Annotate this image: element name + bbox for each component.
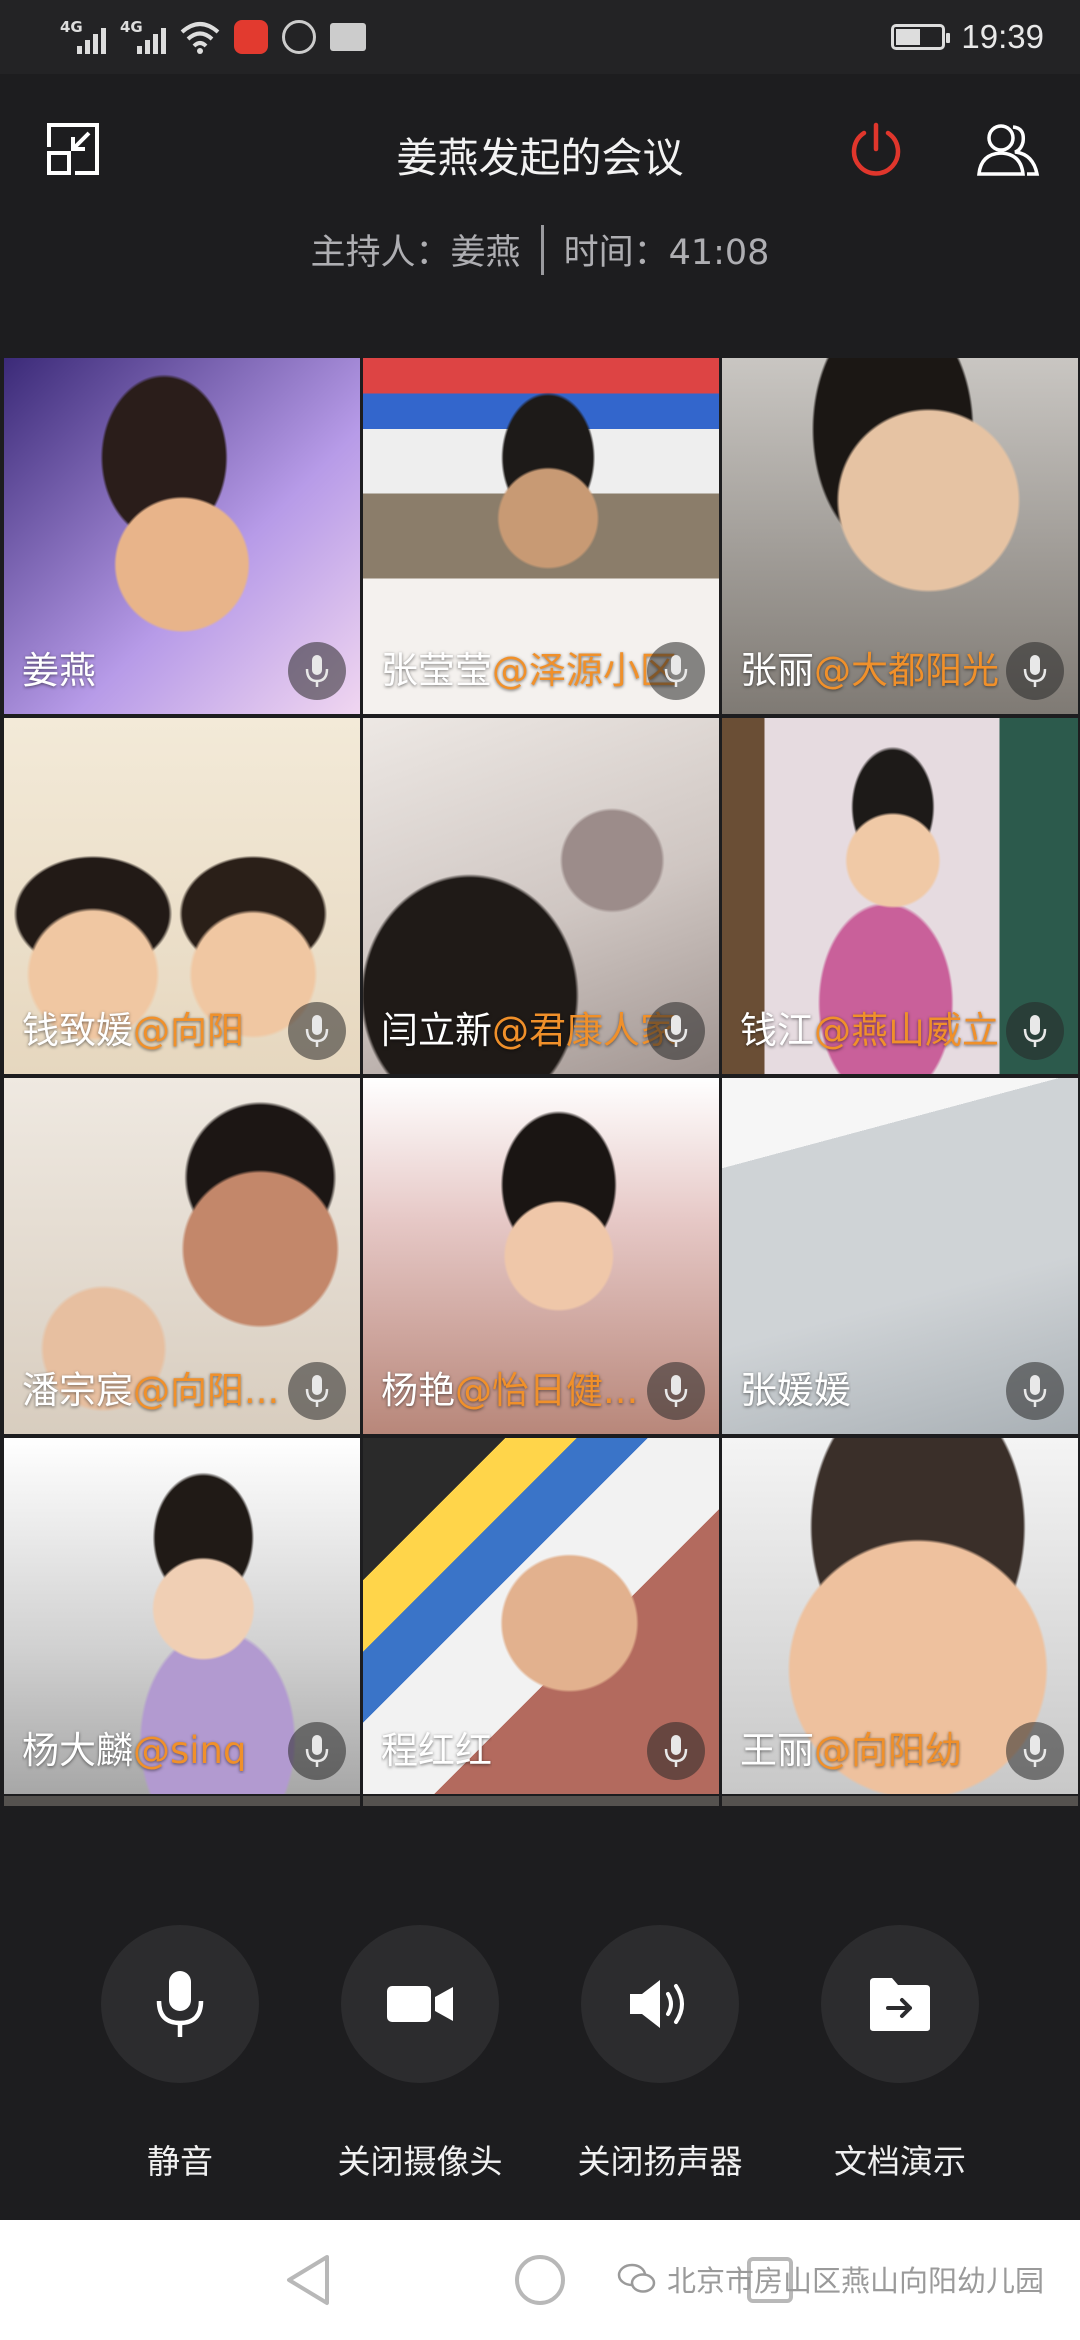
participant-org: @向阳幼: [814, 1729, 962, 1772]
folder-icon: [330, 23, 366, 51]
home-icon[interactable]: [508, 2248, 572, 2312]
participant-label: 钱致媛@向阳: [22, 1000, 244, 1054]
camera-off-button[interactable]: 关闭摄像头: [300, 1925, 540, 2183]
participant-label: 张媛媛: [740, 1360, 851, 1414]
speaker-icon: [630, 1980, 684, 2028]
participant-mic-icon: [288, 642, 346, 700]
system-navigation-bar: 北京市房山区燕山向阳幼儿园: [0, 2220, 1080, 2340]
meeting-header: 姜燕发起的会议 主持人：姜燕 时间：41:08: [0, 74, 1080, 334]
participant-name: 闫立新: [381, 1009, 492, 1052]
participant-video-tile[interactable]: 程红红: [363, 1438, 719, 1794]
elapsed-time: 时间：41:08: [563, 233, 770, 273]
camera-icon: [387, 1986, 453, 2022]
participant-video-tile[interactable]: 王丽@向阳幼: [722, 1438, 1078, 1794]
mute-button[interactable]: 静音: [60, 1925, 300, 2183]
participant-name: 钱致媛: [22, 1009, 133, 1052]
document-share-button[interactable]: 文档演示: [780, 1925, 1020, 2183]
participant-label: 程红红: [381, 1720, 492, 1774]
participant-org: @向阳: [133, 1009, 244, 1052]
signal-icon: 4G: [120, 18, 166, 56]
document-share-icon: [870, 1978, 930, 2031]
participant-name: 王丽: [740, 1729, 814, 1772]
next-row-strip: [4, 1796, 1078, 1806]
wifi-icon: [180, 22, 220, 54]
battery-icon: [891, 24, 951, 50]
document-circle[interactable]: [821, 1925, 979, 2083]
status-icons-right: 19:39: [891, 14, 1044, 60]
participant-mic-icon: [1006, 1722, 1064, 1780]
participant-video-tile[interactable]: 张丽@大都阳光: [722, 358, 1078, 714]
watermark-text: 北京市房山区燕山向阳幼儿园: [666, 2264, 1044, 2298]
participant-video-tile[interactable]: 潘宗宸@向阳...: [4, 1078, 360, 1434]
participant-mic-icon: [288, 1002, 346, 1060]
participant-video-tile[interactable]: 杨艳@怡日健...: [363, 1078, 719, 1434]
participant-org: @大都阳光: [814, 649, 999, 692]
host-info: 主持人：姜燕: [310, 233, 521, 273]
participant-video-tile[interactable]: 钱致媛@向阳: [4, 718, 360, 1074]
participant-mic-icon: [1006, 1362, 1064, 1420]
participant-org: @向阳...: [133, 1369, 280, 1412]
participant-name: 张莹莹: [381, 649, 492, 692]
participant-name: 杨大麟: [22, 1729, 133, 1772]
participant-label: 王丽@向阳幼: [740, 1720, 962, 1774]
speaker-off-button[interactable]: 关闭扬声器: [540, 1925, 780, 2183]
meta-divider: [540, 224, 544, 275]
participant-label: 闫立新@君康人家: [381, 1000, 677, 1054]
participant-label: 潘宗宸@向阳...: [22, 1360, 279, 1414]
participant-label: 张莹莹@泽源小区: [381, 640, 677, 694]
participant-mic-icon: [647, 1362, 705, 1420]
microphone-icon: [156, 1971, 204, 2037]
participant-mic-icon: [288, 1722, 346, 1780]
participant-mic-icon: [647, 1002, 705, 1060]
status-icons-left: 4G 4G: [60, 16, 366, 58]
back-icon[interactable]: [276, 2248, 340, 2312]
participant-name: 姜燕: [22, 649, 96, 692]
meeting-title: 姜燕发起的会议: [396, 134, 684, 182]
participant-video-tile[interactable]: 闫立新@君康人家: [363, 718, 719, 1074]
participants-icon[interactable]: [970, 114, 1046, 186]
participant-name: 潘宗宸: [22, 1369, 133, 1412]
participant-name: 程红红: [381, 1729, 492, 1772]
participant-video-tile[interactable]: 张媛媛: [722, 1078, 1078, 1434]
participant-name: 钱江: [740, 1009, 814, 1052]
meeting-meta: 主持人：姜燕 时间：41:08: [0, 224, 1080, 275]
participant-mic-icon: [647, 1722, 705, 1780]
participant-name: 张媛媛: [740, 1369, 851, 1412]
participant-mic-icon: [647, 642, 705, 700]
participant-video-tile[interactable]: 钱江@燕山威立: [722, 718, 1078, 1074]
status-bar: 4G 4G 19:39: [0, 0, 1080, 74]
wechat-icon: [617, 2263, 656, 2293]
video-grid: 姜燕 张莹莹@泽源小区 张丽@大都阳光钱致媛@向阳 闫立新@君康人家 钱江@燕山威立潘宗…: [4, 358, 1078, 1794]
participant-label: 钱江@燕山威立: [740, 1000, 999, 1054]
participant-label: 杨大麟@sinq: [22, 1720, 247, 1774]
participant-mic-icon: [288, 1362, 346, 1420]
participant-video-tile[interactable]: 姜燕: [4, 358, 360, 714]
participant-mic-icon: [1006, 642, 1064, 700]
participant-mic-icon: [1006, 1002, 1064, 1060]
watermark: 北京市房山区燕山向阳幼儿园: [617, 2258, 1044, 2300]
app-notification-icon: [282, 20, 316, 54]
participant-video-tile[interactable]: 杨大麟@sinq: [4, 1438, 360, 1794]
camera-circle[interactable]: [341, 1925, 499, 2083]
mute-circle[interactable]: [101, 1925, 259, 2083]
participant-org: @sinq: [133, 1729, 247, 1772]
participant-org: @燕山威立: [814, 1009, 999, 1052]
participant-name: 杨艳: [381, 1369, 455, 1412]
speaker-circle[interactable]: [581, 1925, 739, 2083]
participant-org: @怡日健...: [455, 1369, 639, 1412]
signal-icon: 4G: [60, 18, 106, 56]
participant-label: 杨艳@怡日健...: [381, 1360, 638, 1414]
participant-label: 姜燕: [22, 640, 96, 694]
power-icon[interactable]: [840, 114, 912, 186]
clock: 19:39: [961, 18, 1044, 55]
participant-video-tile[interactable]: 张莹莹@泽源小区: [363, 358, 719, 714]
app-notification-icon: [234, 20, 268, 54]
participant-name: 张丽: [740, 649, 814, 692]
meeting-controls: 静音 关闭摄像头 关闭扬声器 文档演示: [0, 1925, 1080, 2185]
participant-label: 张丽@大都阳光: [740, 640, 999, 694]
